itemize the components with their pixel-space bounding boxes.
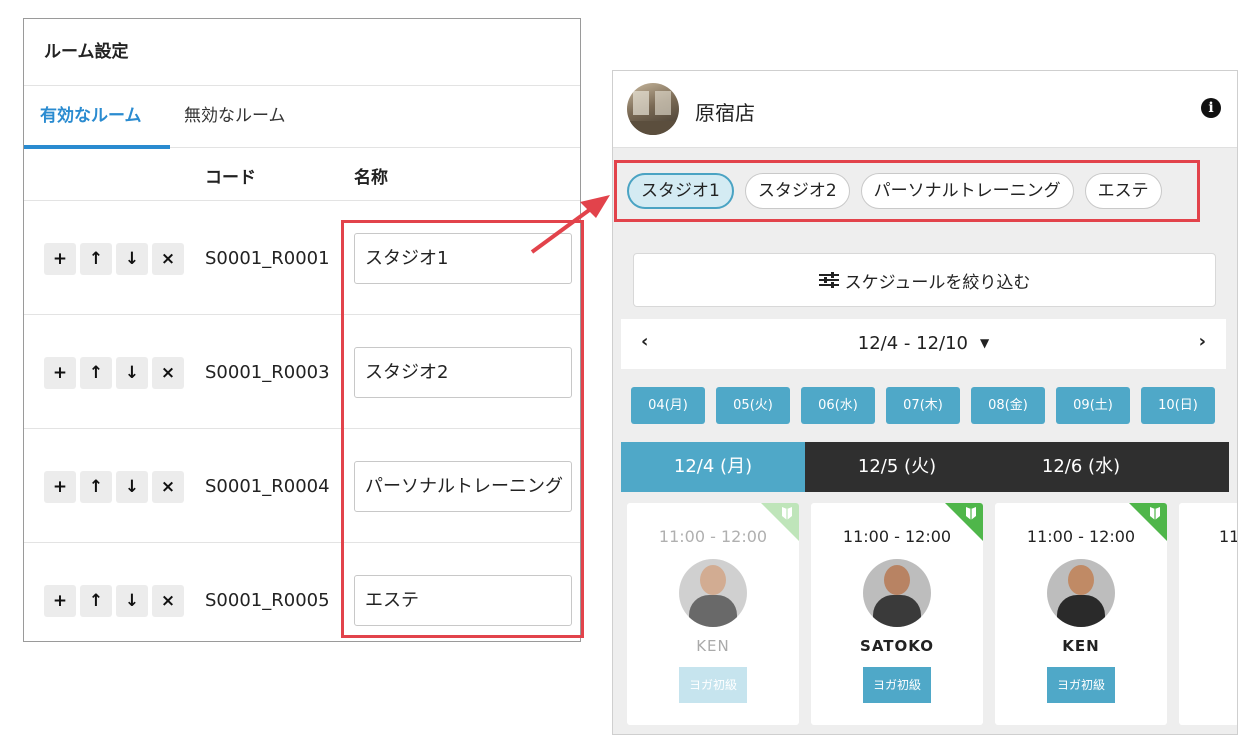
move-up-button[interactable]: ↑ bbox=[80, 471, 112, 503]
lesson-time: 11 bbox=[1219, 527, 1238, 546]
row-actions: + ↑ ↓ × bbox=[44, 471, 184, 503]
lesson-tag[interactable]: ヨガ初級 bbox=[863, 667, 931, 703]
sliders-icon bbox=[818, 272, 839, 288]
column-code: コード bbox=[205, 168, 256, 188]
date-tabs: 12/4 (月) 12/5 (火) 12/6 (水) bbox=[621, 442, 1229, 492]
room-code: S0001_R0004 bbox=[205, 476, 330, 497]
table-header: コード 名称 bbox=[24, 148, 580, 201]
move-down-button[interactable]: ↓ bbox=[116, 243, 148, 275]
store-avatar bbox=[627, 83, 679, 135]
trainer-avatar bbox=[863, 559, 931, 627]
row-actions: + ↑ ↓ × bbox=[44, 585, 184, 617]
lesson-card[interactable]: 11:00 - 12:00 KEN ヨガ初級 bbox=[995, 503, 1167, 725]
filter-schedule-button[interactable]: スケジュールを絞り込む bbox=[633, 253, 1216, 307]
room-code: S0001_R0001 bbox=[205, 248, 330, 269]
room-names-highlight bbox=[341, 220, 584, 638]
move-down-button[interactable]: ↓ bbox=[116, 357, 148, 389]
move-up-button[interactable]: ↑ bbox=[80, 243, 112, 275]
date-tab[interactable]: 12/6 (水) bbox=[989, 442, 1173, 492]
beginner-mark-icon bbox=[782, 507, 792, 520]
move-up-button[interactable]: ↑ bbox=[80, 585, 112, 617]
tab-inactive-rooms[interactable]: 無効なルーム bbox=[184, 86, 286, 147]
panel-title: ルーム設定 bbox=[24, 19, 580, 86]
lesson-time: 11:00 - 12:00 bbox=[658, 527, 768, 546]
delete-row-button[interactable]: × bbox=[152, 357, 184, 389]
day-button[interactable]: 10(日) bbox=[1141, 387, 1215, 424]
room-code: S0001_R0003 bbox=[205, 362, 330, 383]
room-chips-highlight bbox=[614, 160, 1200, 222]
add-row-button[interactable]: + bbox=[44, 243, 76, 275]
chevron-right-icon[interactable]: › bbox=[1199, 331, 1206, 352]
add-row-button[interactable]: + bbox=[44, 471, 76, 503]
trainer-name: KEN bbox=[1062, 637, 1100, 655]
column-name: 名称 bbox=[354, 168, 388, 188]
tab-active-rooms[interactable]: 有効なルーム bbox=[40, 86, 142, 147]
store-header: 原宿店 i bbox=[613, 71, 1237, 148]
day-button[interactable]: 06(水) bbox=[801, 387, 875, 424]
room-code: S0001_R0005 bbox=[205, 590, 330, 611]
day-buttons: 04(月) 05(火) 06(水) 07(木) 08(金) 09(土) 10(日… bbox=[631, 387, 1215, 424]
trainer-name: SATOKO bbox=[860, 637, 934, 655]
date-range-label: 12/4 - 12/10 bbox=[857, 333, 968, 354]
lesson-card[interactable]: 11:00 - 12:00 KEN ヨガ初級 bbox=[627, 503, 799, 725]
date-range-selector[interactable]: 12/4 - 12/10 ▼ bbox=[621, 333, 1226, 354]
trainer-avatar bbox=[1047, 559, 1115, 627]
day-button[interactable]: 05(火) bbox=[716, 387, 790, 424]
room-tabs: 有効なルーム 無効なルーム bbox=[24, 86, 580, 149]
lesson-card[interactable]: 11:00 - 12:00 SATOKO ヨガ初級 bbox=[811, 503, 983, 725]
lesson-tag[interactable]: ヨガ初級 bbox=[1047, 667, 1115, 703]
add-row-button[interactable]: + bbox=[44, 585, 76, 617]
lesson-tag[interactable]: ヨガ初級 bbox=[679, 667, 747, 703]
row-actions: + ↑ ↓ × bbox=[44, 243, 184, 275]
caret-down-icon: ▼ bbox=[980, 336, 990, 350]
day-button[interactable]: 04(月) bbox=[631, 387, 705, 424]
move-down-button[interactable]: ↓ bbox=[116, 471, 148, 503]
trainer-avatar bbox=[679, 559, 747, 627]
day-button[interactable]: 09(土) bbox=[1056, 387, 1130, 424]
add-row-button[interactable]: + bbox=[44, 357, 76, 389]
delete-row-button[interactable]: × bbox=[152, 585, 184, 617]
filter-label: スケジュールを絞り込む bbox=[844, 272, 1031, 293]
info-icon[interactable]: i bbox=[1201, 98, 1221, 118]
day-button[interactable]: 08(金) bbox=[971, 387, 1045, 424]
lesson-card[interactable]: 11 bbox=[1179, 503, 1238, 725]
day-button[interactable]: 07(木) bbox=[886, 387, 960, 424]
store-name: 原宿店 bbox=[695, 101, 755, 125]
move-up-button[interactable]: ↑ bbox=[80, 357, 112, 389]
move-down-button[interactable]: ↓ bbox=[116, 585, 148, 617]
date-tab[interactable]: 12/5 (火) bbox=[805, 442, 989, 492]
trainer-name: KEN bbox=[696, 637, 730, 655]
beginner-mark-icon bbox=[1150, 507, 1160, 520]
row-actions: + ↑ ↓ × bbox=[44, 357, 184, 389]
delete-row-button[interactable]: × bbox=[152, 243, 184, 275]
date-tab[interactable]: 12/4 (月) bbox=[621, 442, 805, 492]
beginner-mark-icon bbox=[966, 507, 976, 520]
delete-row-button[interactable]: × bbox=[152, 471, 184, 503]
lesson-time: 11:00 - 12:00 bbox=[842, 527, 952, 546]
lesson-time: 11:00 - 12:00 bbox=[1026, 527, 1136, 546]
date-navigation: ‹ 12/4 - 12/10 ▼ › bbox=[621, 319, 1226, 369]
